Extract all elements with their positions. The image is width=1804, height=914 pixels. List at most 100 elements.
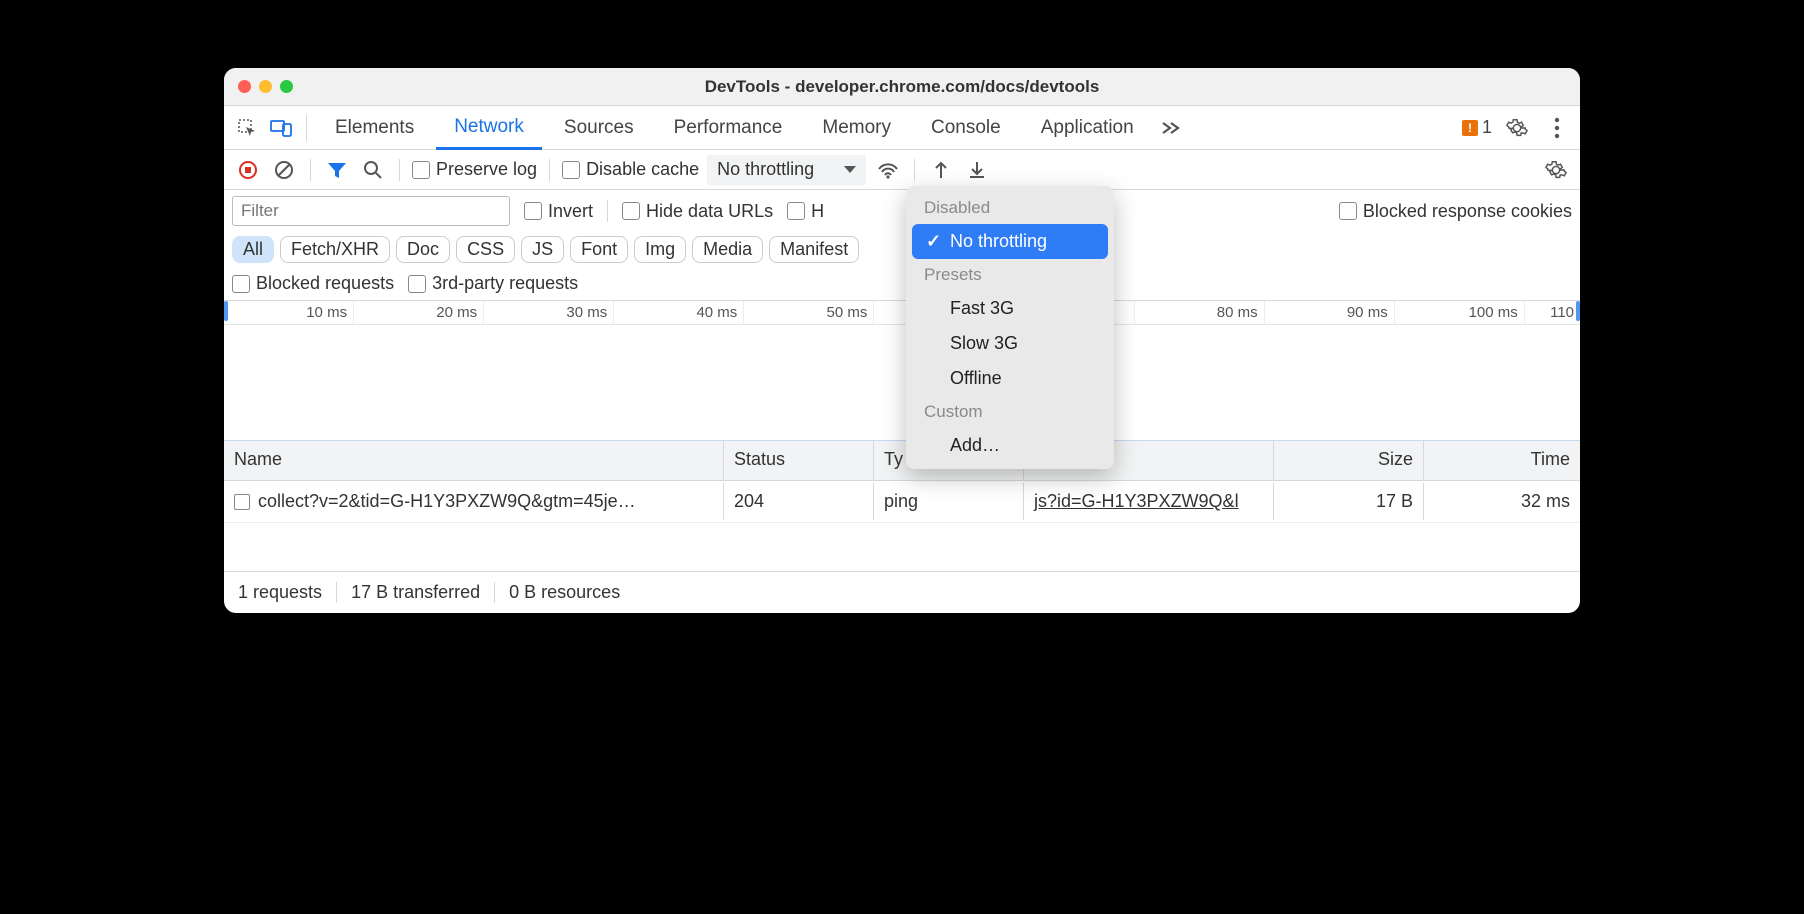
stat-requests: 1 requests: [238, 582, 337, 603]
chip-font[interactable]: Font: [570, 236, 628, 263]
stat-transferred: 17 B transferred: [337, 582, 495, 603]
separator: [399, 159, 400, 181]
tab-console[interactable]: Console: [913, 106, 1019, 149]
throttling-dropdown: Disabled No throttling Presets Fast 3G S…: [906, 186, 1114, 469]
tick: 10 ms: [224, 301, 353, 324]
dropdown-item-offline[interactable]: Offline: [906, 361, 1114, 396]
record-button[interactable]: [234, 156, 262, 184]
tick: 50 ms: [743, 301, 873, 324]
network-conditions-icon[interactable]: [874, 156, 902, 184]
checkbox-icon: [232, 275, 250, 293]
inspect-element-icon[interactable]: [232, 113, 262, 143]
third-party-requests-checkbox[interactable]: 3rd-party requests: [408, 273, 578, 294]
disable-cache-label: Disable cache: [586, 159, 699, 180]
col-header-time[interactable]: Time: [1424, 441, 1580, 480]
tab-elements[interactable]: Elements: [317, 106, 432, 149]
issues-badge[interactable]: ! 1: [1462, 117, 1492, 138]
chip-js[interactable]: JS: [521, 236, 564, 263]
checkbox-icon: [408, 275, 426, 293]
hidden-checkbox-partial[interactable]: H: [787, 201, 824, 222]
close-window-button[interactable]: [238, 80, 251, 93]
main-tabbar: Elements Network Sources Performance Mem…: [224, 106, 1580, 150]
chevron-down-icon: [844, 166, 856, 173]
tab-performance[interactable]: Performance: [656, 106, 801, 149]
search-icon[interactable]: [359, 156, 387, 184]
chip-fetch-xhr[interactable]: Fetch/XHR: [280, 236, 390, 263]
settings-icon[interactable]: [1502, 113, 1532, 143]
tab-network[interactable]: Network: [436, 107, 542, 150]
network-settings-icon[interactable]: [1542, 156, 1570, 184]
traffic-lights: [224, 80, 293, 93]
tick: 110: [1524, 301, 1580, 324]
dropdown-item-slow-3g[interactable]: Slow 3G: [906, 326, 1114, 361]
minimize-window-button[interactable]: [259, 80, 272, 93]
devtools-window: DevTools - developer.chrome.com/docs/dev…: [224, 68, 1580, 613]
window-title: DevTools - developer.chrome.com/docs/dev…: [224, 77, 1580, 97]
chip-img[interactable]: Img: [634, 236, 686, 263]
dropdown-item-add[interactable]: Add…: [906, 428, 1114, 463]
timeline-ticks: 10 ms 20 ms 30 ms 40 ms 50 ms 80 ms 90 m…: [224, 301, 1580, 325]
request-status: 204: [724, 483, 874, 520]
dropdown-section-presets: Presets: [906, 259, 1114, 291]
request-initiator-link[interactable]: js?id=G-H1Y3PXZW9Q&l: [1034, 491, 1239, 511]
chip-all[interactable]: All: [232, 236, 274, 263]
col-header-status[interactable]: Status: [724, 441, 874, 480]
chip-manifest[interactable]: Manifest: [769, 236, 859, 263]
filter-icon[interactable]: [323, 156, 351, 184]
checkbox-icon: [524, 202, 542, 220]
table-row[interactable]: collect?v=2&tid=G-H1Y3PXZW9Q&gtm=45je… 2…: [224, 481, 1580, 523]
request-size: 17 B: [1274, 483, 1424, 520]
invert-label: Invert: [548, 201, 593, 222]
hidden-label: H: [811, 201, 824, 222]
dropdown-item-fast-3g[interactable]: Fast 3G: [906, 291, 1114, 326]
tab-application[interactable]: Application: [1023, 106, 1152, 149]
export-har-icon[interactable]: [963, 156, 991, 184]
filter-input[interactable]: [232, 196, 510, 226]
checkbox-icon: [622, 202, 640, 220]
tick: 40 ms: [613, 301, 743, 324]
more-tabs-icon[interactable]: [1156, 113, 1186, 143]
device-toolbar-icon[interactable]: [266, 113, 296, 143]
tick: 20 ms: [353, 301, 483, 324]
timeline-end-handle[interactable]: [1576, 301, 1580, 321]
disable-cache-checkbox[interactable]: Disable cache: [562, 159, 699, 180]
invert-checkbox[interactable]: Invert: [524, 201, 593, 222]
checkbox-icon: [562, 161, 580, 179]
tick: 30 ms: [483, 301, 613, 324]
col-header-name[interactable]: Name: [224, 441, 724, 480]
clear-button[interactable]: [270, 156, 298, 184]
chip-doc[interactable]: Doc: [396, 236, 450, 263]
blocked-response-cookies-label: Blocked response cookies: [1363, 201, 1572, 222]
maximize-window-button[interactable]: [280, 80, 293, 93]
request-type: ping: [874, 483, 1024, 520]
request-time: 32 ms: [1424, 483, 1580, 520]
chip-css[interactable]: CSS: [456, 236, 515, 263]
separator: [310, 159, 311, 181]
network-toolbar: Preserve log Disable cache No throttling: [224, 150, 1580, 190]
blocked-response-cookies-checkbox[interactable]: Blocked response cookies: [1339, 201, 1572, 222]
kebab-menu-icon[interactable]: [1542, 113, 1572, 143]
checkbox-icon: [787, 202, 805, 220]
third-party-requests-label: 3rd-party requests: [432, 273, 578, 294]
requests-table-header: Name Status Ty Size Time: [224, 441, 1580, 481]
throttling-select[interactable]: No throttling: [707, 155, 866, 185]
request-name: collect?v=2&tid=G-H1Y3PXZW9Q&gtm=45je…: [258, 491, 636, 512]
blocked-requests-checkbox[interactable]: Blocked requests: [232, 273, 394, 294]
checkbox-icon: [412, 161, 430, 179]
hide-data-urls-checkbox[interactable]: Hide data URLs: [622, 201, 773, 222]
timeline-overview[interactable]: 10 ms 20 ms 30 ms 40 ms 50 ms 80 ms 90 m…: [224, 301, 1580, 441]
tab-sources[interactable]: Sources: [546, 106, 652, 149]
preserve-log-checkbox[interactable]: Preserve log: [412, 159, 537, 180]
warning-icon: !: [1462, 120, 1478, 136]
filter-chips: All Fetch/XHR Doc CSS JS Font Img Media …: [232, 236, 859, 263]
separator: [549, 159, 550, 181]
chip-media[interactable]: Media: [692, 236, 763, 263]
tick: 80 ms: [1134, 301, 1264, 324]
timeline-start-handle[interactable]: [224, 301, 228, 321]
titlebar: DevTools - developer.chrome.com/docs/dev…: [224, 68, 1580, 106]
col-header-size[interactable]: Size: [1274, 441, 1424, 480]
import-har-icon[interactable]: [927, 156, 955, 184]
separator: [607, 200, 608, 222]
dropdown-item-no-throttling[interactable]: No throttling: [912, 224, 1108, 259]
tab-memory[interactable]: Memory: [804, 106, 909, 149]
